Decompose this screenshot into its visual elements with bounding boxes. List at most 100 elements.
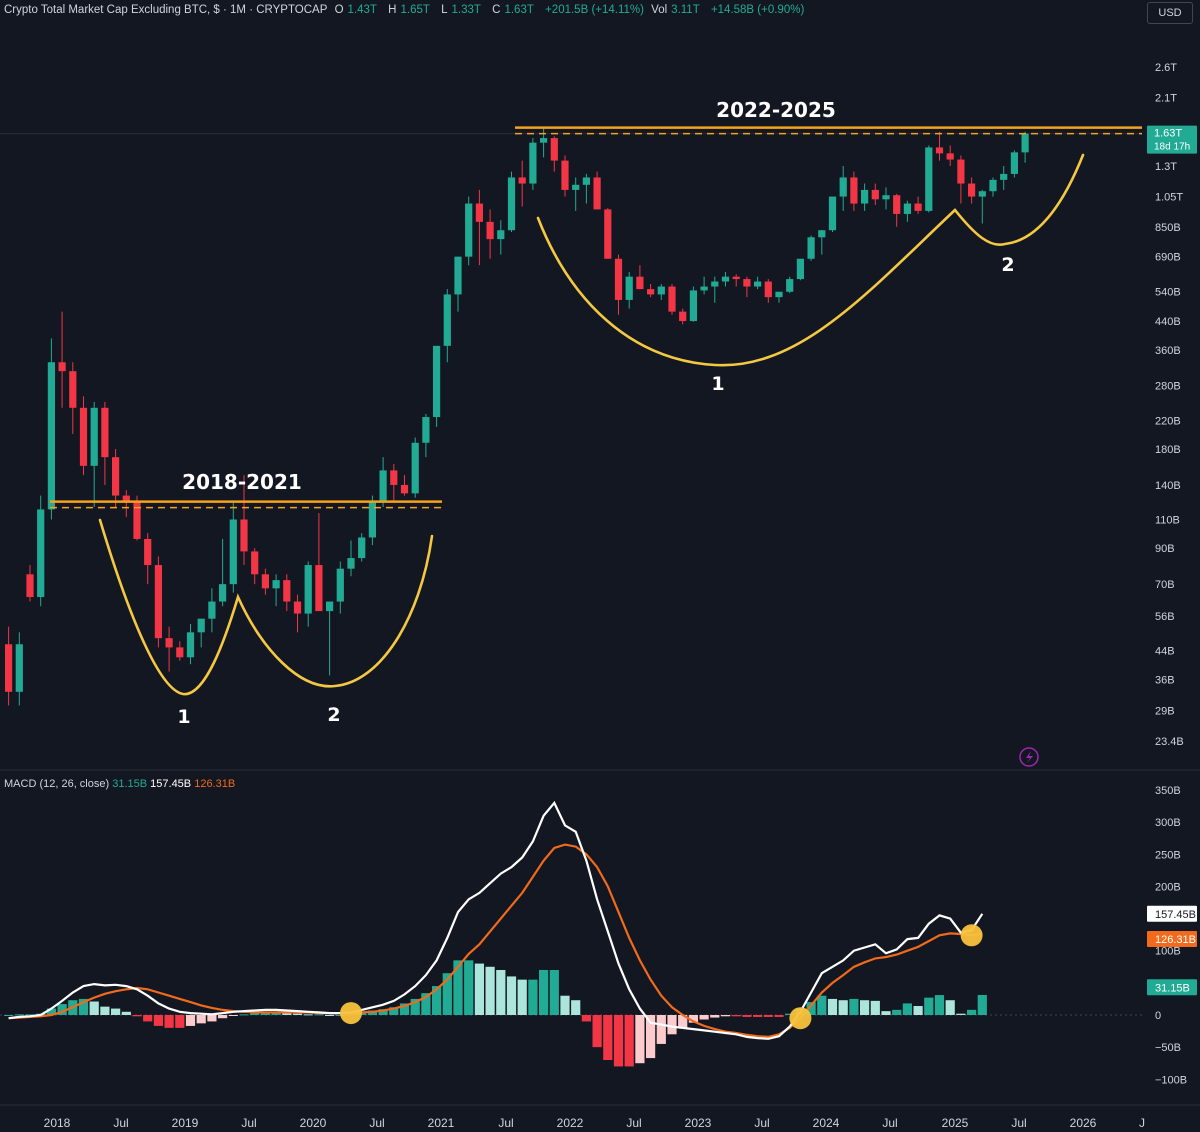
macd-histogram-bar xyxy=(945,1000,955,1015)
price-tick-label: 29B xyxy=(1155,705,1175,717)
candle-body xyxy=(1021,133,1029,153)
time-tick-label: Jul xyxy=(882,1116,897,1130)
change-value: +201.5B (+14.11%) xyxy=(545,4,644,16)
macd-histogram-bar xyxy=(164,1015,174,1028)
candle-body xyxy=(326,601,334,612)
macd-tick-label: 350B xyxy=(1155,785,1181,797)
candle-body xyxy=(914,203,922,211)
candle-body xyxy=(454,256,462,295)
price-tick-label: 360B xyxy=(1155,345,1181,357)
candle-body xyxy=(828,196,837,231)
macd-tick-label: 200B xyxy=(1155,881,1181,893)
high-value: 1.65T xyxy=(400,4,430,16)
macd-tick-label: 100B xyxy=(1155,946,1181,958)
macd-histogram-bar xyxy=(325,1015,335,1016)
candle-body xyxy=(475,203,483,222)
price-tick-label: 23.4B xyxy=(1155,736,1184,748)
price-tick-label: 1.05T xyxy=(1155,192,1183,204)
macd-histogram-bar xyxy=(710,1015,720,1018)
lightning-icon-bolt xyxy=(1026,751,1033,763)
candle-body xyxy=(679,311,687,322)
crossover-marker xyxy=(789,1007,812,1030)
macd-histogram-bar xyxy=(185,1015,196,1026)
macd-histogram-bar xyxy=(474,963,484,1015)
macd-histogram-bar xyxy=(453,960,463,1015)
time-tick-label: Jul xyxy=(1011,1116,1026,1130)
time-tick-label: 2026 xyxy=(1070,1116,1097,1130)
time-tick-label: 2022 xyxy=(557,1116,584,1130)
price-tick-label: 2.6T xyxy=(1155,62,1177,74)
candle-body xyxy=(1010,152,1018,174)
candle-body xyxy=(711,281,719,287)
candle-body xyxy=(336,568,344,602)
macd-histogram-bar xyxy=(934,995,945,1015)
price-tick-label: 44B xyxy=(1155,646,1175,658)
macd-histogram-bar xyxy=(464,960,474,1015)
macd-histogram-bar xyxy=(485,966,495,1015)
candle-body xyxy=(112,457,120,496)
macd-histogram-bar xyxy=(731,1015,741,1017)
macd-histogram-bar xyxy=(571,1000,581,1015)
macd-histogram-bar xyxy=(292,1013,303,1015)
candle-body xyxy=(507,177,516,231)
candle-body xyxy=(700,286,708,291)
volume-change: +14.58B (+0.90%) xyxy=(710,4,805,16)
candle-body xyxy=(582,177,590,185)
price-tick-label: 36B xyxy=(1155,674,1175,686)
macd-histogram-bar xyxy=(656,1015,666,1044)
candle-body xyxy=(529,142,537,184)
open-value: 1.43T xyxy=(347,4,377,16)
time-tick-label: Jul xyxy=(369,1116,384,1130)
macd-histogram-bar xyxy=(207,1015,217,1022)
candle-body xyxy=(893,195,901,214)
pattern-label-2018-2021: 2018-2021 xyxy=(182,470,302,494)
macd-histogram-bar xyxy=(121,1011,131,1015)
price-tick-label: 2.1T xyxy=(1155,92,1177,104)
macd-histogram-bar xyxy=(849,998,859,1015)
candle-body xyxy=(935,147,944,154)
price-tick-label: 220B xyxy=(1155,415,1181,427)
price-tick-label: 180B xyxy=(1155,444,1181,456)
macd-hist-value: 31.15B xyxy=(112,778,148,790)
bottom-label-2: 2 xyxy=(1001,254,1014,276)
candle-body xyxy=(764,281,772,298)
candle-body xyxy=(69,371,77,408)
time-tick-label: J xyxy=(1139,1116,1145,1130)
candle-body xyxy=(133,501,141,539)
candle-body xyxy=(443,294,451,346)
candle-body xyxy=(433,345,441,418)
currency-button[interactable]: USD xyxy=(1147,2,1193,24)
candle-body xyxy=(5,644,13,692)
symbol-title[interactable]: Crypto Total Market Cap Excluding BTC, $… xyxy=(4,4,327,16)
macd-histogram-bar xyxy=(892,1009,902,1015)
candle-body xyxy=(144,538,152,566)
bottom-label-2: 2 xyxy=(327,704,340,726)
macd-tick-label: −50B xyxy=(1155,1042,1181,1054)
macd-histogram-bar xyxy=(667,1015,677,1035)
macd-histogram-bar xyxy=(827,998,838,1015)
candle-body xyxy=(604,209,612,259)
macd-histogram-bar xyxy=(517,979,527,1015)
candle-body xyxy=(47,362,55,510)
time-tick-label: 2021 xyxy=(428,1116,455,1130)
macd-histogram-bar xyxy=(774,1015,784,1017)
high-label: H xyxy=(388,4,397,16)
candle-body xyxy=(850,177,858,204)
macd-histogram-bar xyxy=(581,1015,591,1022)
countdown-label: 18d 17h xyxy=(1154,142,1190,153)
macd-histogram-bar xyxy=(753,1015,763,1017)
price-tick-label: 1.3T xyxy=(1155,161,1177,173)
candle-body xyxy=(101,407,109,458)
macd-histogram-bar xyxy=(528,979,538,1015)
price-tick-label: 140B xyxy=(1155,480,1181,492)
macd-title[interactable]: MACD (12, 26, close) xyxy=(4,778,109,790)
macd-histogram-bar xyxy=(860,1000,870,1015)
macd-header: MACD (12, 26, close) 31.15B 157.45B 126.… xyxy=(4,778,235,790)
candle-body xyxy=(315,565,323,612)
macd-histogram-bar xyxy=(132,1015,142,1017)
macd-tick-label: 250B xyxy=(1155,849,1181,861)
macd-histogram-bar xyxy=(506,976,517,1015)
macd-histogram-bar xyxy=(924,997,934,1015)
macd-histogram-bar xyxy=(913,1006,923,1015)
candle-body xyxy=(754,281,762,287)
